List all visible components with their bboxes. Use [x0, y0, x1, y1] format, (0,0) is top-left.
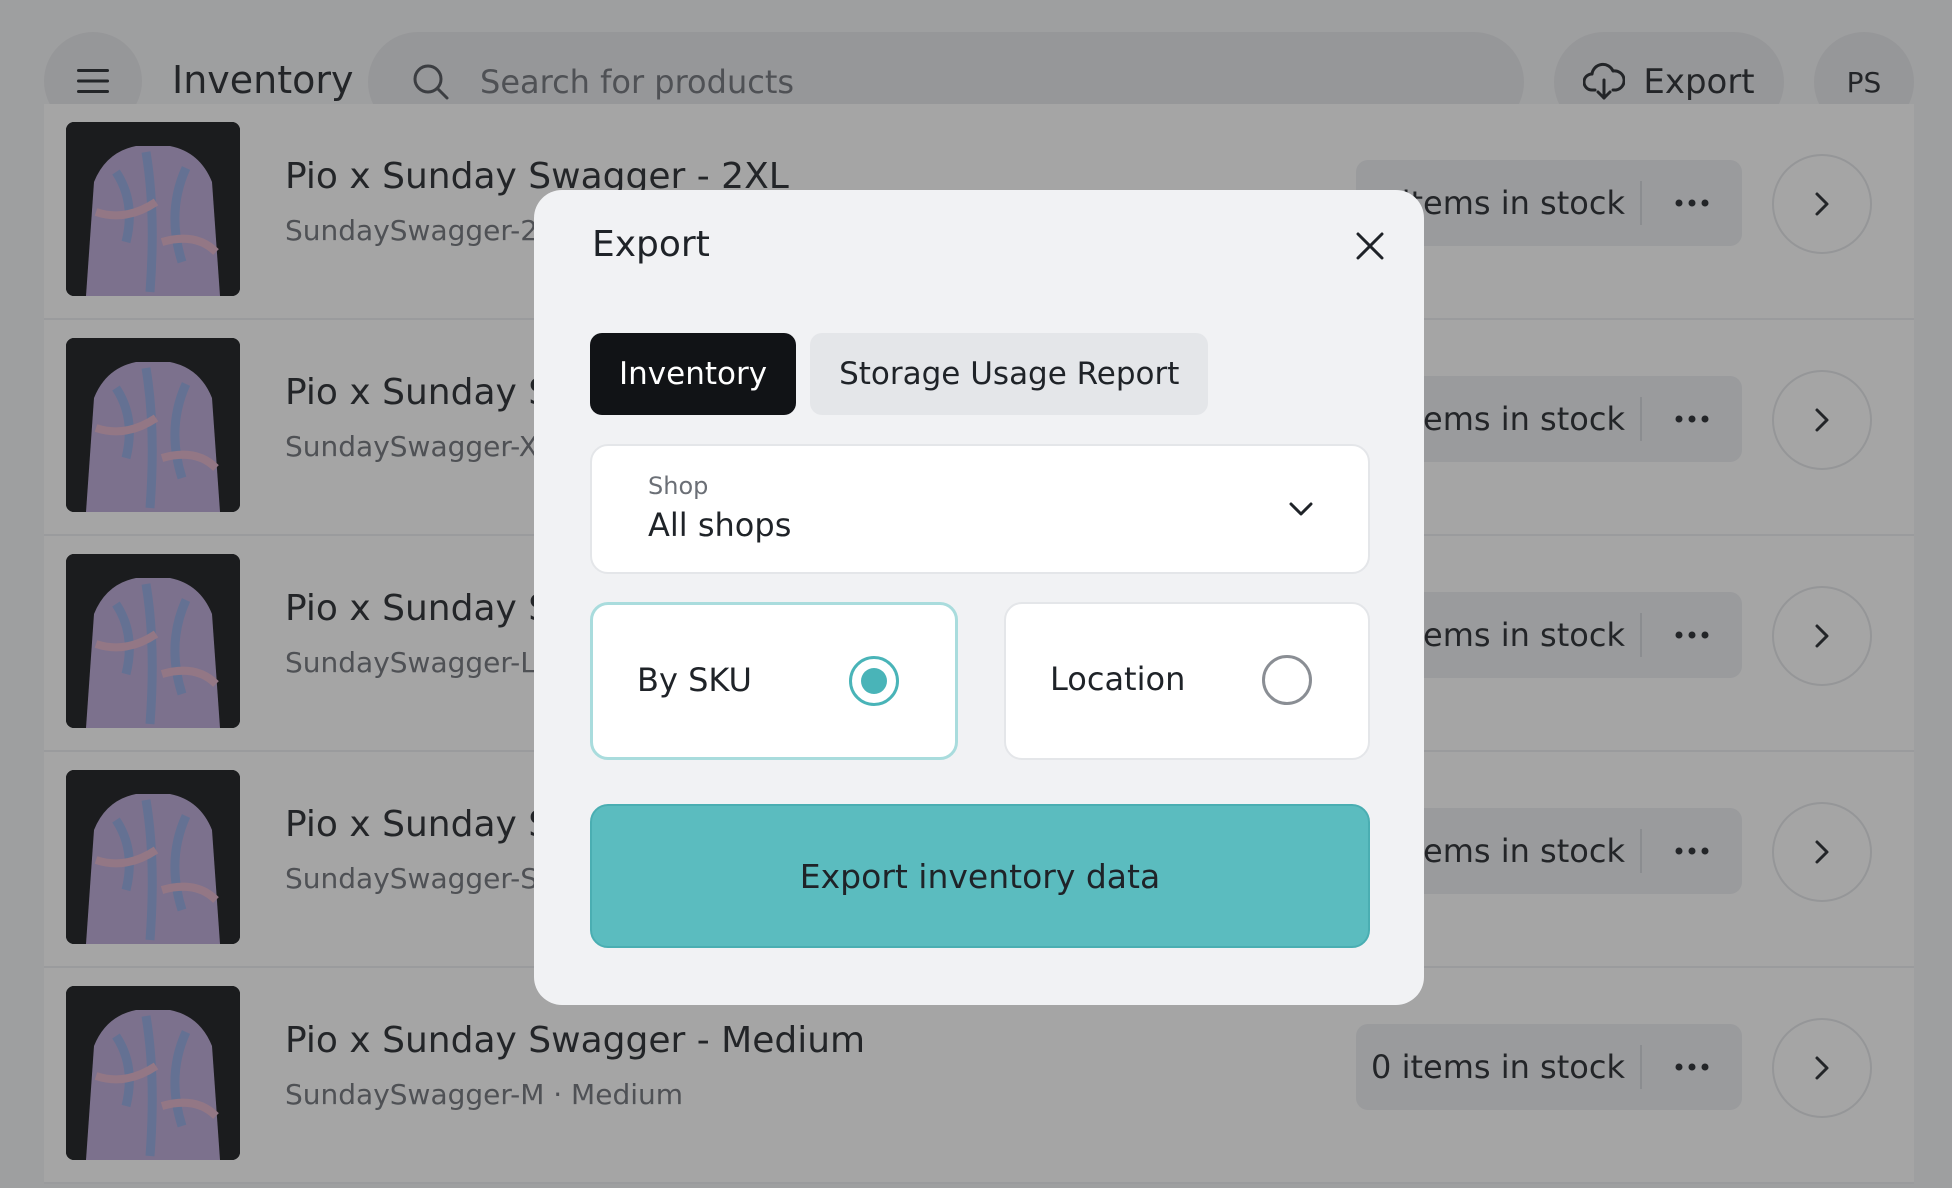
tab-storage-usage-report[interactable]: Storage Usage Report	[810, 333, 1209, 415]
radio-selected[interactable]	[849, 656, 899, 706]
export-inventory-data-button[interactable]: Export inventory data	[590, 804, 1370, 948]
option-label: By SKU	[637, 661, 752, 699]
close-button[interactable]	[1350, 226, 1390, 266]
shop-select-label: Shop	[648, 472, 709, 500]
option-label: Location	[1050, 660, 1186, 698]
option-by-sku[interactable]: By SKU	[590, 602, 958, 760]
chevron-down-icon	[1289, 502, 1313, 516]
export-type-tabs: Inventory Storage Usage Report	[590, 333, 1209, 415]
shop-select-value: All shops	[648, 506, 792, 544]
shop-select[interactable]: Shop All shops	[590, 444, 1370, 574]
tab-inventory[interactable]: Inventory	[590, 333, 797, 415]
option-location[interactable]: Location	[1004, 602, 1370, 760]
radio-unselected[interactable]	[1262, 655, 1312, 705]
close-icon	[1356, 232, 1384, 260]
dialog-title: Export	[592, 224, 710, 265]
export-dialog: Export Inventory Storage Usage Report Sh…	[534, 190, 1424, 1005]
